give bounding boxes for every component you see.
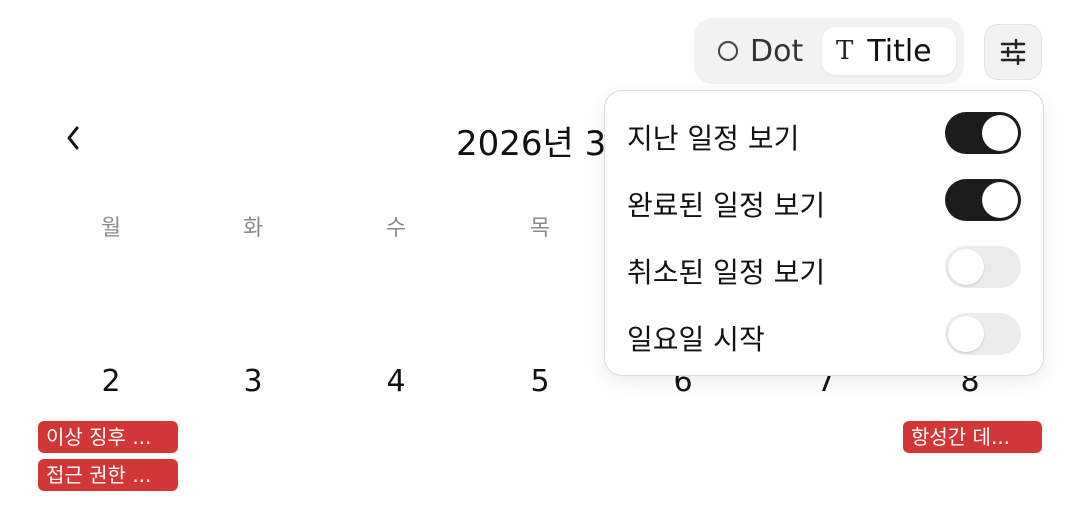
text-icon: T [836, 36, 854, 66]
toggle-sunday-start[interactable] [945, 313, 1021, 355]
filter-settings-button[interactable] [984, 24, 1042, 80]
chevron-left-icon [67, 126, 79, 150]
calendar-screen: Dot T Title 2026년 3월 월 화 수 목 2 3 4 5 6 7… [0, 0, 1080, 508]
circle-icon [718, 41, 738, 61]
dot-mode-button[interactable]: Dot [708, 27, 818, 75]
view-mode-toggle: Dot T Title [694, 18, 964, 84]
option-label-cancelled-events: 취소된 일정 보기 [627, 256, 826, 289]
title-mode-label: Title [867, 33, 932, 69]
weekday-label: 월 [100, 216, 122, 241]
option-label-completed-events: 완료된 일정 보기 [627, 189, 826, 222]
toggle-knob [982, 182, 1018, 218]
date-cell[interactable]: 2 [91, 364, 131, 399]
date-cell[interactable]: 3 [233, 364, 273, 399]
event-chip[interactable]: 접근 권한 ... [38, 459, 178, 491]
event-chip[interactable]: 항성간 데... [903, 421, 1042, 453]
previous-month-button[interactable] [58, 118, 88, 158]
dot-mode-label: Dot [750, 33, 804, 69]
toggle-knob [982, 115, 1018, 151]
title-mode-button[interactable]: T Title [822, 27, 956, 75]
option-label-sunday-start: 일요일 시작 [627, 323, 765, 356]
event-chip[interactable]: 이상 징후 ... [38, 421, 178, 453]
option-label-past-events: 지난 일정 보기 [627, 122, 800, 155]
weekday-label: 수 [385, 216, 407, 241]
toggle-completed-events[interactable] [945, 179, 1021, 221]
calendar-settings-menu: 지난 일정 보기 완료된 일정 보기 취소된 일정 보기 일요일 시작 [604, 90, 1044, 376]
weekday-label: 화 [242, 216, 264, 241]
weekday-label: 목 [529, 216, 551, 241]
toggle-knob [948, 316, 984, 352]
date-cell[interactable]: 5 [520, 364, 560, 399]
toggle-past-events[interactable] [945, 112, 1021, 154]
sliders-icon [1000, 39, 1026, 65]
toggle-knob [948, 249, 984, 285]
toggle-cancelled-events[interactable] [945, 246, 1021, 288]
date-cell[interactable]: 4 [376, 364, 416, 399]
